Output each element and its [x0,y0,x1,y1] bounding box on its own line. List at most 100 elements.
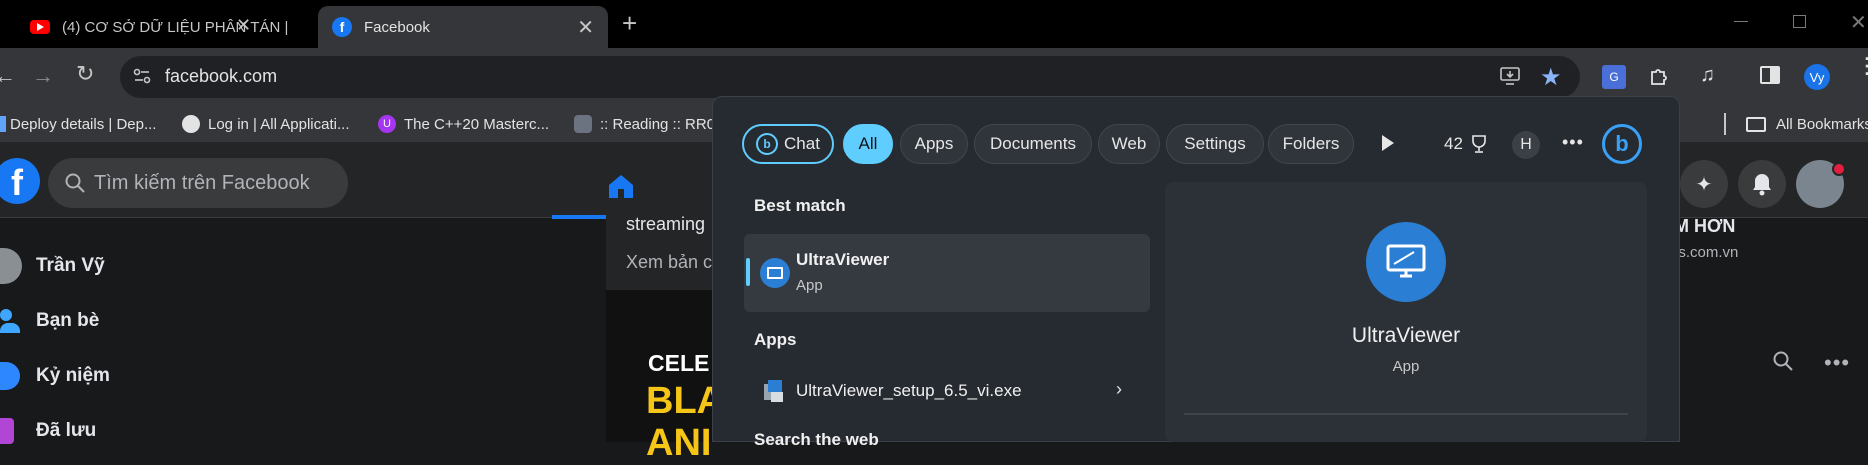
settings-chip[interactable]: Settings [1166,124,1264,164]
more-options-icon[interactable]: ••• [1562,132,1584,153]
udemy-icon: U [378,115,396,133]
app-result-name: UltraViewer_setup_6.5_vi.exe [796,381,1022,400]
url-text[interactable]: facebook.com [165,66,277,87]
sponsored-url[interactable]: es.com.vn [1670,244,1738,261]
sidebar-label: Trần Vỹ [36,255,105,276]
browser-menu-icon[interactable]: ⋮ [1856,55,1868,77]
memories-icon [0,362,20,390]
profile-avatar[interactable]: Vy [1804,64,1830,90]
media-control-icon[interactable]: ♫ [1700,64,1715,87]
chip-label: Folders [1282,134,1340,153]
close-tab-icon[interactable]: ✕ [577,15,594,40]
bookmark-reading[interactable]: :: Reading :: RR09 [574,114,723,134]
bookmark-deploy[interactable]: Deploy details | Dep... [0,114,156,134]
sidebar-label: Đã lưu [36,420,97,441]
best-match-result[interactable] [744,234,1150,312]
search-placeholder: Tìm kiếm trên Facebook [94,171,310,194]
minimize-button[interactable] [1734,21,1748,22]
all-bookmarks-button[interactable]: All Bookmarks [1746,114,1868,134]
friends-icon [0,307,22,335]
tab-title: (4) CƠ SỞ DỮ LIỆU PHÂN TÁN | [62,18,289,36]
tab-facebook[interactable]: f Facebook ✕ [318,6,608,48]
detail-divider [1184,413,1628,415]
bookmark-star-icon[interactable]: ★ [1540,63,1562,92]
best-match-name: UltraViewer [796,250,890,269]
extensions-icon[interactable] [1648,65,1670,87]
folder-icon [1746,116,1766,132]
close-window-button[interactable]: ✕ [1850,10,1867,35]
sidebar-item-memories[interactable]: Kỷ niệm [0,352,110,400]
bookmark-udemy[interactable]: U The C++20 Masterc... [378,114,549,134]
chip-label: Chat [784,134,820,153]
installer-icon [762,378,786,404]
google-translate-icon[interactable]: G [1602,65,1626,89]
notifications-button[interactable] [1738,160,1786,208]
bookmark-login[interactable]: Log in | All Applicati... [182,114,349,134]
banner-text-line3: ANI [646,422,712,464]
bookmarks-divider [1724,113,1726,135]
bookmark-label: The C++20 Masterc... [404,115,550,133]
sidebar-label: Bạn bè [36,310,100,331]
contacts-more-icon[interactable]: ••• [1824,350,1850,376]
bookmark-label: :: Reading :: RR09 [600,115,724,133]
address-bar[interactable] [120,56,1580,98]
user-account-button[interactable]: H [1512,131,1540,159]
rewards-trophy-icon[interactable] [1470,134,1488,154]
profile-avatar [0,248,22,284]
ultraviewer-large-icon [1366,222,1446,302]
reload-icon[interactable]: ↻ [76,61,94,87]
banner-text-line1: CELE [648,350,710,376]
bookmark-label: Deploy details | Dep... [10,115,157,133]
chip-label: Settings [1184,134,1246,153]
search-icon [64,172,86,194]
sidebar-item-friends[interactable]: Bạn bè [0,297,99,345]
chat-chip[interactable]: b Chat [742,124,834,164]
tab-youtube[interactable]: (4) CƠ SỞ DỮ LIỆU PHÂN TÁN | [0,6,318,48]
detail-app-type: App [1392,358,1420,375]
folders-chip[interactable]: Folders [1268,124,1354,164]
forward-icon[interactable]: → [32,63,54,89]
result-detail-pane [1165,182,1647,442]
new-tab-button[interactable]: + [622,8,637,39]
messenger-button[interactable]: ✦ [1680,160,1728,208]
home-icon[interactable] [606,172,636,200]
side-panel-icon[interactable] [1760,66,1780,84]
more-filters-play-icon[interactable] [1382,135,1394,151]
bookmark-favicon [0,116,6,132]
contacts-search-icon[interactable] [1772,350,1794,372]
all-bookmarks-label: All Bookmarks [1776,115,1868,133]
back-icon[interactable]: ← [0,63,16,89]
search-web-header: Search the web [754,430,879,449]
bell-icon [1753,174,1771,196]
all-chip[interactable]: All [843,124,893,164]
see-translation-link[interactable]: Xem bản c [626,252,712,273]
apps-chip[interactable]: Apps [900,124,968,164]
web-chip[interactable]: Web [1098,124,1160,164]
youtube-icon [30,20,50,34]
detail-app-name: UltraViewer [1351,324,1461,347]
facebook-icon: f [332,17,352,37]
restore-button[interactable] [1793,15,1806,28]
install-app-icon[interactable] [1500,66,1522,86]
sidebar-label: Kỷ niệm [36,365,110,386]
rewards-points[interactable]: 42 [1444,134,1463,154]
selection-indicator [746,258,750,286]
facebook-search-input[interactable]: Tìm kiếm trên Facebook [48,158,348,208]
globe-icon [182,115,200,133]
apps-header: Apps [754,330,797,349]
messenger-icon: ✦ [1695,173,1713,196]
best-match-header: Best match [754,196,846,215]
close-tab-icon[interactable]: ✕ [236,15,251,36]
notification-dot [1832,162,1846,176]
chip-label: All [858,134,878,153]
chip-label: Web [1111,134,1147,153]
sidebar-item-saved[interactable]: Đã lưu [0,407,96,455]
bing-chat-icon[interactable]: b [1602,124,1642,164]
feed-post-text: streaming [626,214,706,234]
best-match-type: App [796,277,823,294]
documents-chip[interactable]: Documents [974,124,1092,164]
bookmark-label: Log in | All Applicati... [208,115,350,133]
site-settings-icon[interactable] [132,66,152,86]
sidebar-item-profile[interactable]: Trần Vỹ [0,242,105,290]
chevron-right-icon[interactable]: › [1116,379,1122,400]
